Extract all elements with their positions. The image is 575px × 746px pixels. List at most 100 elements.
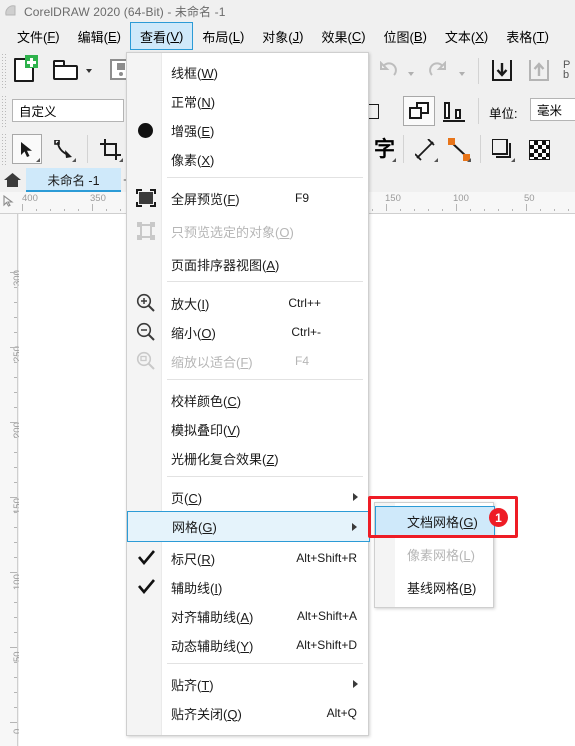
submenu-item-pixel-grid: 像素网格(L) (376, 539, 494, 569)
crop-tool-button[interactable] (95, 134, 125, 164)
undo-chevron-down-icon (408, 72, 414, 76)
menu-item-simulate-overprints-label: 模拟叠印(V) (171, 422, 241, 438)
zoom-out-icon (136, 322, 155, 341)
menu-bitmap[interactable]: 位图(B) (375, 22, 436, 50)
transparency-tool-button[interactable] (524, 134, 554, 164)
menu-item-zoom-out-shortcut: Ctrl+- (291, 325, 321, 339)
menu-item-preview-selected-only-label: 只预览选定的对象(O) (171, 224, 294, 240)
menu-item-enhanced-label: 增强(E) (171, 123, 215, 139)
document-tab[interactable]: 未命名 -1 (26, 168, 121, 192)
menu-item-rasterize-complex-effects[interactable]: 光栅化复合效果(Z) (128, 443, 369, 473)
shadow-tool-button[interactable] (487, 134, 517, 164)
text-tool-button[interactable]: 字 (368, 134, 398, 164)
vertical-ruler[interactable]: 300 250 200 150 100 50 0 (0, 214, 23, 746)
hruler-label-100: 100 (453, 193, 469, 204)
zoom-fit-icon (136, 351, 155, 370)
menu-item-dynamic-guides[interactable]: 动态辅助线(Y) Alt+Shift+D (128, 630, 369, 660)
pick-tool-button[interactable] (12, 134, 42, 164)
ruler-origin-icon[interactable] (3, 194, 15, 207)
menu-item-full-screen-preview[interactable]: 全屏预览(F) F9 (128, 183, 369, 213)
grid-submenu: 文档网格(G) 像素网格(L) 基线网格(B) (374, 502, 495, 608)
menu-item-normal[interactable]: 正常(N) (128, 86, 369, 116)
snap-submenu-arrow-icon (353, 680, 358, 688)
menu-item-alignment-guides[interactable]: 对齐辅助线(A) Alt+Shift+A (128, 601, 369, 631)
menu-item-page-sorter-view[interactable]: 页面排序器视图(A) (128, 249, 369, 279)
menu-item-zoom-out[interactable]: 缩小(O) Ctrl+- (128, 317, 369, 347)
toolbox-drag-handle[interactable] (1, 133, 6, 166)
redo-chevron-down-icon (459, 72, 465, 76)
menu-item-pixels[interactable]: 像素(X) (128, 144, 369, 174)
menu-item-rulers[interactable]: 标尺(R) Alt+Shift+R (128, 543, 369, 573)
window-title: CorelDRAW 2020 (64-Bit) - 未命名 -1 (24, 4, 226, 19)
menu-item-snap-off[interactable]: 贴齐关闭(Q) Alt+Q (128, 698, 369, 728)
align-distribute-icon[interactable] (443, 102, 465, 122)
document-tab-label: 未命名 -1 (47, 173, 100, 188)
menu-item-page-sorter-view-label: 页面排序器视图(A) (171, 257, 280, 273)
menu-item-zoom-to-fit-label: 缩放以适合(F) (171, 354, 253, 370)
open-dropdown-chevron-down-icon[interactable] (86, 69, 92, 73)
menu-bar: 文件(F) 编辑(E) 查看(V) 布局(L) 对象(J) 效果(C) 位图(B… (0, 22, 575, 50)
menu-effects[interactable]: 效果(C) (312, 22, 374, 50)
toolbar-drag-handle[interactable] (1, 53, 6, 89)
menu-text[interactable]: 文本(X) (436, 22, 497, 50)
grid-submenu-arrow-icon (352, 523, 357, 531)
menu-item-zoom-in[interactable]: 放大(I) Ctrl++ (128, 288, 369, 318)
menu-item-normal-label: 正常(N) (171, 94, 216, 110)
submenu-item-document-grid[interactable]: 文档网格(G) (375, 506, 495, 536)
menu-table[interactable]: 表格(T) (497, 22, 558, 50)
submenu-item-document-grid-label: 文档网格(G) (407, 514, 478, 530)
menu-file[interactable]: 文件(F) (8, 22, 69, 50)
submenu-item-baseline-grid-label: 基线网格(B) (407, 580, 477, 596)
export-icon (528, 58, 550, 85)
menu-item-simulate-overprints[interactable]: 模拟叠印(V) (128, 414, 369, 444)
menu-item-proof-colors[interactable]: 校样颜色(C) (128, 385, 369, 415)
menu-item-enhanced[interactable]: 增强(E) (128, 115, 369, 145)
menu-item-wireframe[interactable]: 线框(W) (128, 57, 369, 87)
layers-icon (409, 102, 431, 122)
preview-selected-icon (136, 222, 156, 240)
import-icon[interactable] (491, 58, 513, 85)
menu-item-grid-label: 网格(G) (172, 520, 217, 535)
menu-item-guidelines[interactable]: 辅助线(I) (128, 572, 369, 602)
submenu-item-baseline-grid[interactable]: 基线网格(B) (376, 572, 494, 602)
transparency-checker-icon (529, 140, 550, 160)
new-document-icon[interactable] (14, 55, 38, 82)
menu-item-rulers-label: 标尺(R) (171, 551, 216, 567)
menu-edit[interactable]: 编辑(E) (69, 22, 130, 50)
page-submenu-arrow-icon (353, 493, 358, 501)
menu-item-zoom-out-label: 缩小(O) (171, 325, 216, 341)
menu-item-zoom-in-label: 放大(I) (171, 296, 210, 312)
menu-layout[interactable]: 布局(L) (193, 22, 253, 50)
menu-item-grid[interactable]: 网格(G) (127, 511, 370, 542)
menu-view[interactable]: 查看(V) (130, 22, 194, 50)
units-combo[interactable]: 毫米 (530, 98, 575, 121)
property-bar-drag-handle[interactable] (1, 95, 6, 128)
home-icon[interactable] (4, 173, 21, 187)
menu-item-wireframe-label: 线框(W) (171, 65, 218, 81)
view-dropdown-menu: 线框(W) 正常(N) 增强(E) 像素(X) 全屏预览(F) F9 只预览选定… (126, 52, 370, 736)
menu-separator-2 (167, 281, 363, 282)
menu-object[interactable]: 对象(J) (253, 22, 312, 50)
preset-combo[interactable]: 自定义 (12, 99, 124, 122)
undo-icon (378, 60, 398, 82)
menu-item-zoom-to-fit-shortcut: F4 (294, 354, 309, 368)
connector-tool-button[interactable] (443, 134, 473, 164)
submenu-item-pixel-grid-label: 像素网格(L) (407, 547, 475, 563)
title-bar: CorelDRAW 2020 (64-Bit) - 未命名 -1 (0, 0, 575, 22)
hruler-label-50: 50 (524, 193, 535, 204)
check-icon (138, 579, 155, 595)
menu-item-page[interactable]: 页(C) (128, 482, 369, 512)
shape-tool-button[interactable] (48, 134, 78, 164)
menu-item-proof-colors-label: 校样颜色(C) (171, 393, 242, 409)
menu-item-snap-off-shortcut: Alt+Q (326, 706, 357, 720)
hruler-label-350: 350 (90, 193, 106, 204)
menu-separator-3 (167, 379, 363, 380)
layers-button[interactable] (403, 96, 435, 126)
menu-item-guidelines-label: 辅助线(I) (171, 580, 223, 596)
menu-item-snap-to[interactable]: 贴齐(T) (128, 669, 369, 699)
menu-item-zoom-in-shortcut: Ctrl++ (288, 296, 321, 310)
menu-item-rasterize-complex-effects-label: 光栅化复合效果(Z) (171, 451, 279, 467)
menu-item-full-screen-preview-shortcut: F9 (294, 191, 309, 205)
open-folder-icon[interactable] (53, 60, 78, 80)
dimension-tool-button[interactable] (410, 134, 440, 164)
